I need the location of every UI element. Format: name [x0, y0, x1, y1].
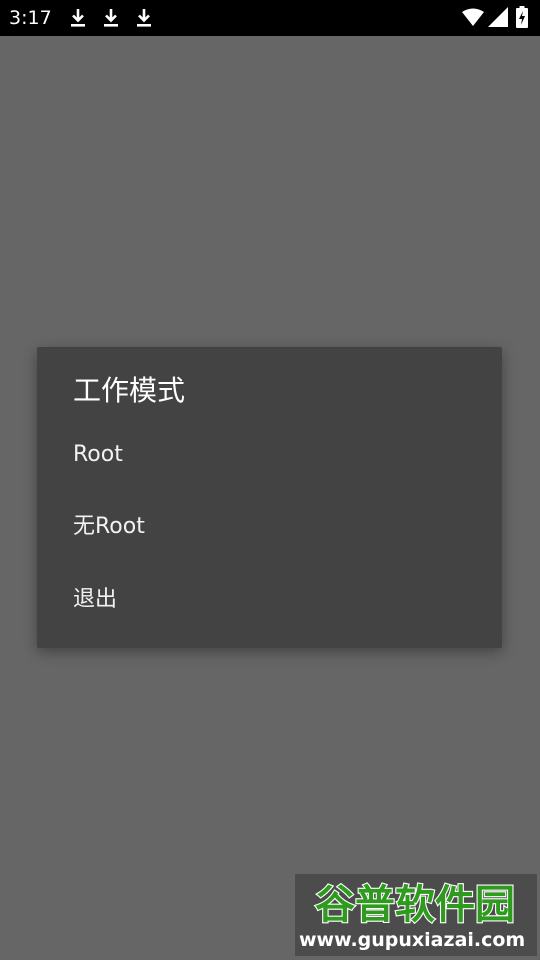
option-no-root[interactable]: 无Root [37, 495, 502, 559]
option-exit[interactable]: 退出 [37, 568, 502, 632]
option-exit-label: 退出 [73, 587, 118, 612]
signal-icon [488, 7, 508, 27]
status-time: 3:17 [9, 7, 52, 29]
watermark: 谷普软件园 www.gupuxiazai.com [295, 874, 537, 956]
battery-charging-icon [516, 6, 528, 28]
option-root-label: Root [73, 442, 123, 467]
download-icon [71, 9, 85, 27]
option-root[interactable]: Root [37, 423, 502, 487]
work-mode-dialog: 工作模式 Root 无Root 退出 [37, 347, 502, 648]
app-screen: 3:17 工作模式 Root 无Root 退出 谷普软件园 www.gupuxi… [0, 0, 540, 960]
watermark-url: www.gupuxiazai.com [299, 929, 526, 951]
dialog-title: 工作模式 [73, 374, 186, 407]
svg-text:谷普软件园: 谷普软件园 [315, 882, 515, 928]
status-bar: 3:17 [0, 0, 540, 36]
wifi-icon [462, 8, 484, 26]
download-icon [137, 9, 151, 27]
watermark-logo: 谷普软件园 [314, 881, 516, 928]
download-icon [104, 9, 118, 27]
option-no-root-label: 无Root [73, 514, 145, 539]
